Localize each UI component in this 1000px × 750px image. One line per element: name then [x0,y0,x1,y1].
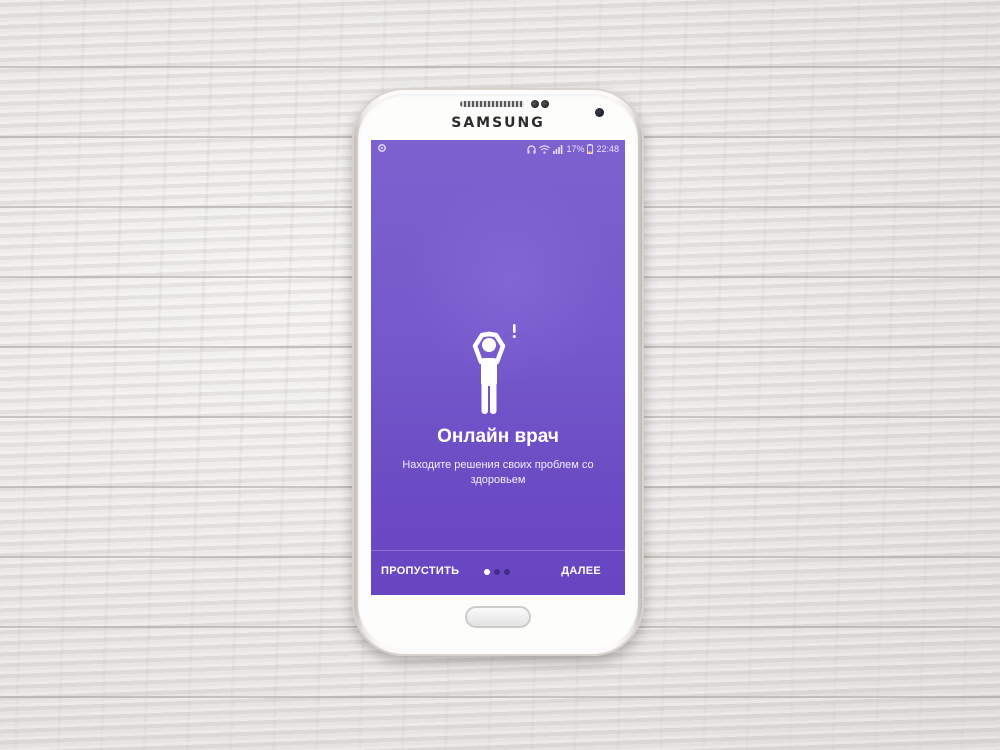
proximity-sensor [531,100,539,108]
home-button[interactable] [465,606,531,628]
clock: 22:48 [596,144,619,154]
battery-percent: 17% [566,144,585,154]
page-dot-3[interactable] [504,569,510,575]
skip-button[interactable]: ПРОПУСТИТЬ [381,565,459,577]
page-dot-1[interactable] [484,569,490,575]
person-headache-icon [469,324,525,416]
page-indicator [484,569,510,575]
light-sensor [541,100,549,108]
next-button[interactable]: ДАЛЕЕ [561,565,601,577]
onboarding-title: Онлайн врач [437,426,559,447]
brand-logo: SAMSUNG [451,115,545,131]
signal-icon [553,144,563,154]
status-bar: 17% 22:48 [371,140,625,158]
page-dot-2[interactable] [494,569,500,575]
onboarding-subtitle: Находите решения своих проблем со здоров… [402,459,594,486]
wifi-icon [539,144,551,154]
earpiece-speaker [460,101,524,107]
onboarding-nav-bar: ПРОПУСТИТЬ ДАЛЕЕ [371,551,625,595]
phone-device: SAMSUNG 17% 22:48 Онлайн врач Находите р… [352,88,644,656]
battery-icon [587,144,594,154]
settings-icon [377,143,389,155]
headphones-icon [527,144,537,154]
app-screen: 17% 22:48 Онлайн врач Находите решения с… [371,140,625,595]
